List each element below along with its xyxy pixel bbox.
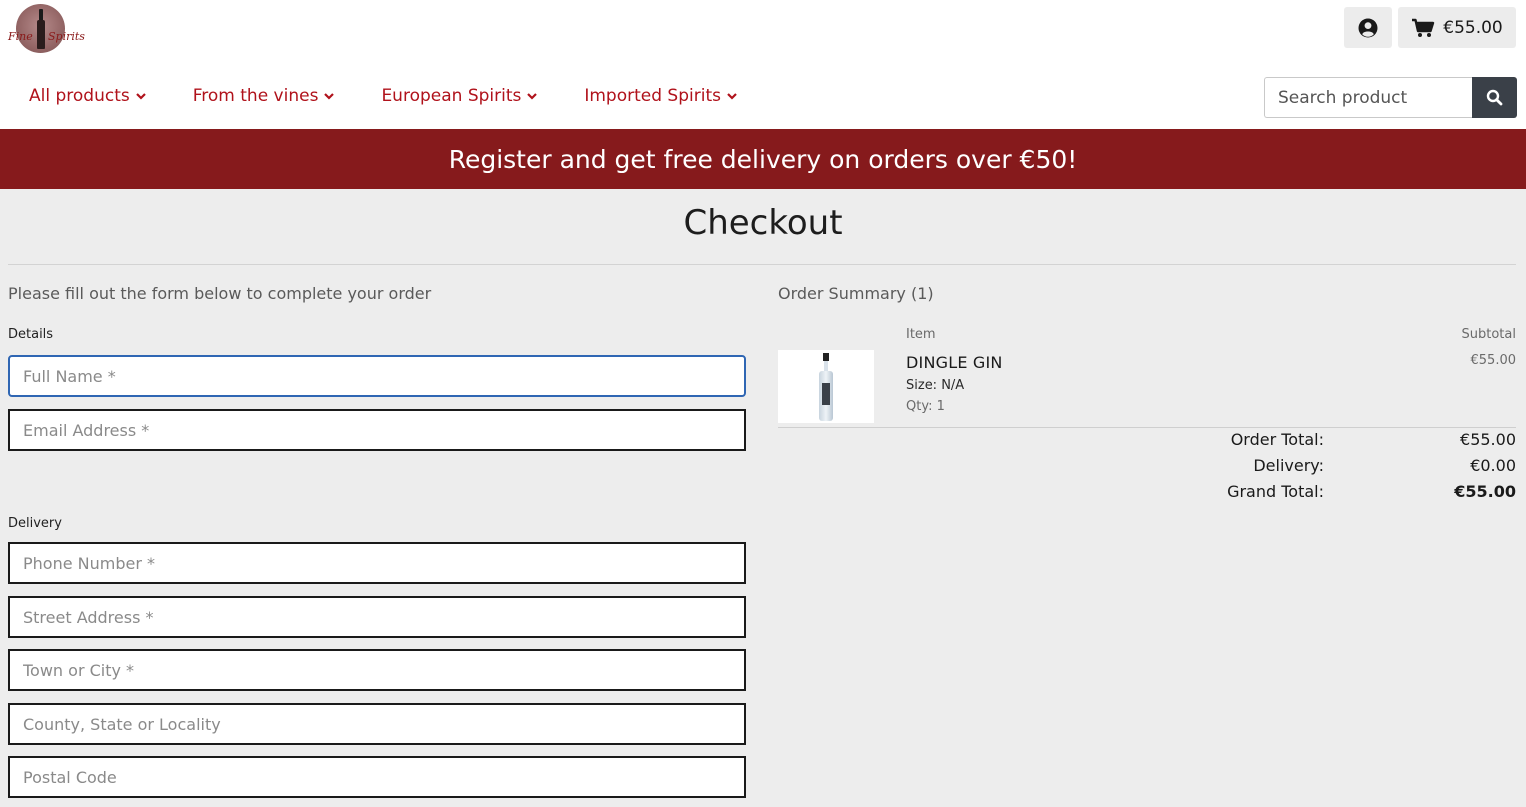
delivery-label: Delivery [8, 516, 62, 531]
nav-from-the-vines[interactable]: From the vines [193, 86, 336, 106]
nav-european-spirits[interactable]: European Spirits [381, 86, 538, 106]
street-address-field[interactable] [8, 596, 746, 638]
nav-all-products[interactable]: All products [29, 86, 147, 106]
chevron-down-icon [135, 93, 146, 100]
product-image[interactable] [778, 350, 874, 423]
account-button[interactable] [1344, 7, 1392, 48]
promo-text: Register and get free delivery on orders… [448, 144, 1078, 174]
product-name: DINGLE GIN [906, 353, 1003, 372]
chevron-down-icon [527, 93, 538, 100]
search-bar [1264, 77, 1517, 118]
county-field[interactable] [8, 703, 746, 745]
full-name-field[interactable] [8, 355, 746, 397]
site-header: Fine Spirits €55.00 All products From th… [0, 0, 1526, 130]
delivery-cost-label: Delivery: [1253, 456, 1324, 475]
title-divider [8, 264, 1516, 265]
wine-bottle-icon [37, 9, 45, 49]
search-input[interactable] [1264, 77, 1472, 118]
email-field[interactable] [8, 409, 746, 451]
details-label: Details [8, 327, 54, 342]
cart-button[interactable]: €55.00 [1398, 7, 1516, 48]
shopping-cart-icon [1412, 18, 1435, 37]
form-intro: Please fill out the form below to comple… [8, 284, 432, 303]
cart-total: €55.00 [1443, 17, 1503, 38]
product-qty: Qty: 1 [906, 399, 945, 414]
logo-word-spirits: Spirits [48, 30, 85, 43]
order-total-value: €55.00 [1460, 430, 1516, 449]
grand-total-label: Grand Total: [1227, 482, 1324, 501]
site-logo[interactable]: Fine Spirits [8, 4, 88, 54]
column-header-subtotal: Subtotal [1461, 327, 1516, 342]
gin-bottle-icon [819, 353, 833, 421]
nav-label: All products [29, 86, 130, 106]
page-title: Checkout [683, 203, 843, 243]
order-summary-title: Order Summary (1) [778, 284, 934, 303]
main-nav: All products From the vines European Spi… [29, 86, 784, 106]
column-header-item: Item [906, 327, 936, 342]
order-total-label: Order Total: [1230, 430, 1324, 449]
chevron-down-icon [324, 93, 335, 100]
nav-imported-spirits[interactable]: Imported Spirits [584, 86, 738, 106]
grand-total-value: €55.00 [1454, 482, 1516, 501]
summary-divider [778, 427, 1516, 428]
nav-label: Imported Spirits [584, 86, 721, 106]
phone-field[interactable] [8, 542, 746, 584]
product-subtotal: €55.00 [1470, 353, 1517, 368]
nav-label: From the vines [192, 86, 319, 106]
postal-code-field[interactable] [8, 756, 746, 798]
promo-banner: Register and get free delivery on orders… [0, 129, 1526, 189]
delivery-cost-value: €0.00 [1470, 456, 1516, 475]
user-circle-icon [1358, 18, 1378, 37]
chevron-down-icon [727, 93, 737, 100]
town-city-field[interactable] [8, 649, 746, 691]
product-size: Size: N/A [906, 378, 965, 393]
search-button[interactable] [1472, 77, 1517, 118]
search-icon [1486, 89, 1503, 106]
nav-label: European Spirits [381, 86, 522, 106]
logo-word-fine: Fine [8, 30, 33, 43]
